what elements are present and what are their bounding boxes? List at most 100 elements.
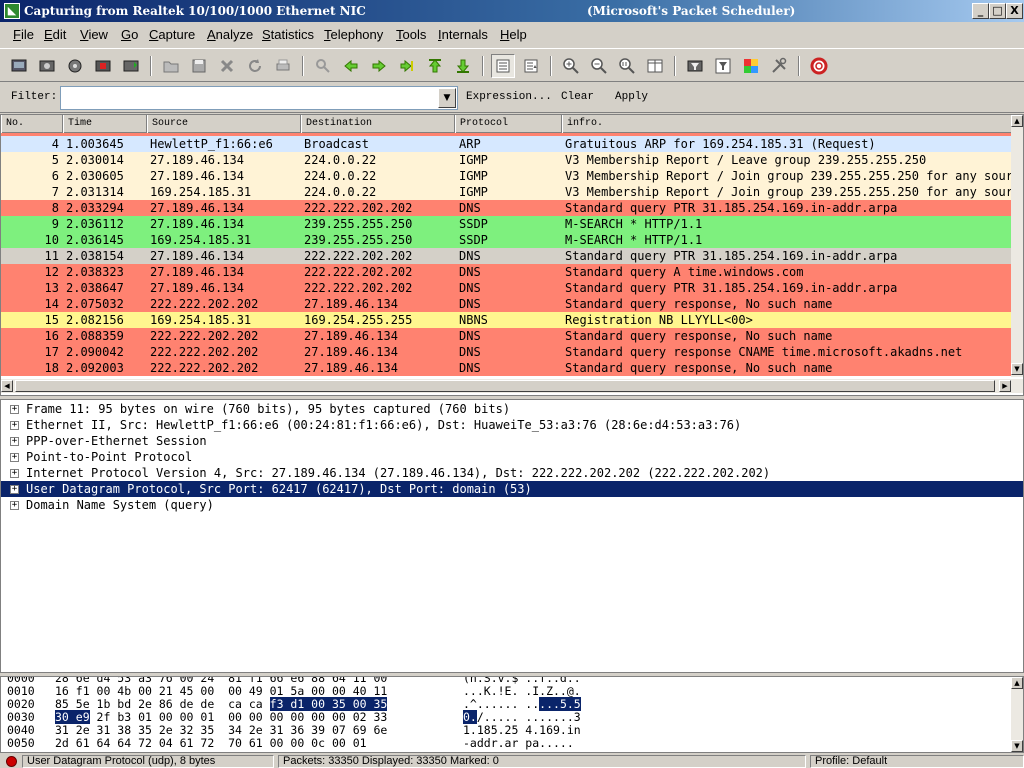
expand-icon[interactable]: +: [10, 421, 19, 430]
scroll-down-icon[interactable]: ▼: [1011, 740, 1023, 752]
packet-list-vscrollbar[interactable]: ▲ ▼: [1011, 115, 1023, 377]
hex-bytes-segment: 2f b3 01 00 00 01 00 00 00 00 00 00 02 3…: [89, 710, 388, 724]
scroll-up-icon[interactable]: ▲: [1011, 115, 1023, 127]
column-header-source[interactable]: Source: [147, 115, 301, 133]
detail-tree-item[interactable]: + Internet Protocol Version 4, Src: 27.18…: [1, 465, 1023, 481]
packet-list-pane: No. Time Source Destination Protocol inf…: [0, 114, 1024, 396]
expand-icon[interactable]: +: [10, 437, 19, 446]
packet-row[interactable]: 8 2.033294 27.189.46.134 222.222.202.202 DNS…: [1, 200, 1013, 216]
menu-view[interactable]: View: [80, 27, 108, 42]
minimize-button[interactable]: _: [972, 3, 989, 19]
hscroll-thumb[interactable]: [15, 380, 995, 392]
packet-row[interactable]: 18 2.092003 222.222.202.202 27.189.46.134 DN…: [1, 360, 1013, 376]
packet-list-hscrollbar[interactable]: ◀ ▶: [1, 379, 1023, 393]
expand-icon[interactable]: +: [10, 485, 19, 494]
hex-row[interactable]: 0050 2d 61 64 64 72 04 61 72 70 61 00 00 …: [1, 737, 1011, 750]
packet-row[interactable]: 16 2.088359 222.222.202.202 27.189.46.134 DN…: [1, 328, 1013, 344]
open-file-icon[interactable]: [159, 54, 183, 78]
go-back-icon[interactable]: [339, 54, 363, 78]
menu-statistics[interactable]: Statistics: [262, 27, 314, 42]
menu-analyze[interactable]: Analyze: [207, 27, 253, 42]
detail-tree-item[interactable]: + Frame 11: 95 bytes on wire (760 bits), …: [1, 401, 1023, 417]
expand-icon[interactable]: +: [10, 405, 19, 414]
auto-scroll-icon[interactable]: [519, 54, 543, 78]
coloring-rules-icon[interactable]: [739, 54, 763, 78]
menu-telephony[interactable]: Telephony: [324, 27, 383, 42]
colorize-packet-list-icon[interactable]: [491, 54, 515, 78]
detail-tree-item[interactable]: + User Datagram Protocol, Src Port: 62417…: [1, 481, 1023, 497]
stop-capture-icon[interactable]: [91, 54, 115, 78]
scroll-left-icon[interactable]: ◀: [1, 380, 13, 392]
close-button[interactable]: X: [1006, 3, 1023, 19]
apply-filter-button[interactable]: Apply: [615, 91, 648, 103]
interface-list-icon[interactable]: [7, 54, 31, 78]
expand-icon[interactable]: +: [10, 501, 19, 510]
menu-capture[interactable]: Capture: [149, 27, 195, 42]
packet-row[interactable]: 7 2.031314 169.254.185.31 224.0.0.22 IGMP V3 …: [1, 184, 1013, 200]
last-packet-icon[interactable]: [451, 54, 475, 78]
menu-go[interactable]: Go: [121, 27, 138, 42]
packet-number: 5: [51, 153, 59, 167]
expand-icon[interactable]: +: [10, 453, 19, 462]
menu-file[interactable]: File: [13, 27, 34, 42]
scroll-right-icon[interactable]: ▶: [999, 380, 1011, 392]
display-filters-icon[interactable]: [711, 54, 735, 78]
packet-row[interactable]: 15 2.082156 169.254.185.31 169.254.255.255 N…: [1, 312, 1013, 328]
save-file-icon[interactable]: [187, 54, 211, 78]
menu-tools[interactable]: Tools: [396, 27, 426, 42]
expert-info-icon[interactable]: [6, 756, 17, 767]
filter-dropdown-button[interactable]: ▼: [438, 88, 456, 108]
zoom-out-icon[interactable]: [587, 54, 611, 78]
menu-help[interactable]: Help: [500, 27, 527, 42]
column-header-destination[interactable]: Destination: [301, 115, 455, 133]
display-filter-input[interactable]: [60, 86, 458, 110]
packet-row[interactable]: 14 2.075032 222.222.202.202 27.189.46.134 DN…: [1, 296, 1013, 312]
menu-edit[interactable]: Edit: [44, 27, 66, 42]
start-capture-icon[interactable]: [63, 54, 87, 78]
capture-options-icon[interactable]: [35, 54, 59, 78]
find-packet-icon[interactable]: [311, 54, 335, 78]
help-icon[interactable]: [807, 54, 831, 78]
zoom-in-icon[interactable]: [559, 54, 583, 78]
clear-filter-button[interactable]: Clear: [561, 91, 594, 103]
packet-row[interactable]: 10 2.036145 169.254.185.31 239.255.255.250 S…: [1, 232, 1013, 248]
bytes-vscrollbar[interactable]: ▲ ▼: [1011, 677, 1023, 752]
column-header-protocol[interactable]: Protocol: [455, 115, 562, 133]
detail-tree-item[interactable]: + Ethernet II, Src: HewlettP_f1:66:e6 (00…: [1, 417, 1023, 433]
go-to-packet-icon[interactable]: [395, 54, 419, 78]
scroll-down-icon[interactable]: ▼: [1011, 363, 1023, 375]
menu-internals[interactable]: Internals: [438, 27, 488, 42]
detail-tree-item[interactable]: + Domain Name System (query): [1, 497, 1023, 513]
close-file-icon[interactable]: [215, 54, 239, 78]
packet-row[interactable]: 17 2.090042 222.222.202.202 27.189.46.134 DN…: [1, 344, 1013, 360]
packet-row[interactable]: 12 2.038323 27.189.46.134 222.222.202.202 DN…: [1, 264, 1013, 280]
detail-tree-item[interactable]: + Point-to-Point Protocol: [1, 449, 1023, 465]
expand-icon[interactable]: +: [10, 469, 19, 478]
status-profile[interactable]: Profile: Default: [810, 755, 1024, 768]
packet-row[interactable]: 13 2.038647 27.189.46.134 222.222.202.202 DN…: [1, 280, 1013, 296]
column-header-time[interactable]: Time: [63, 115, 147, 133]
detail-tree-item[interactable]: + PPP-over-Ethernet Session: [1, 433, 1023, 449]
expression-button[interactable]: Expression...: [466, 91, 552, 103]
packet-row[interactable]: 5 2.030014 27.189.46.134 224.0.0.22 IGMP V3 M…: [1, 152, 1013, 168]
capture-filters-icon[interactable]: [683, 54, 707, 78]
packet-row[interactable]: 11 2.038154 27.189.46.134 222.222.202.202 DN…: [1, 248, 1013, 264]
maximize-button[interactable]: □: [989, 3, 1006, 19]
first-packet-icon[interactable]: [423, 54, 447, 78]
packet-row[interactable]: 9 2.036112 27.189.46.134 239.255.255.250 SSD…: [1, 216, 1013, 232]
go-forward-icon[interactable]: [367, 54, 391, 78]
print-icon[interactable]: [271, 54, 295, 78]
resize-columns-icon[interactable]: [643, 54, 667, 78]
hex-bytes-highlighted: f3 d1 00 35 00 35: [269, 697, 388, 711]
column-header-info[interactable]: infro.: [562, 115, 1013, 133]
restart-capture-icon[interactable]: [119, 54, 143, 78]
reload-icon[interactable]: [243, 54, 267, 78]
packet-row[interactable]: 6 2.030605 27.189.46.134 224.0.0.22 IGMP V3 M…: [1, 168, 1013, 184]
preferences-icon[interactable]: [767, 54, 791, 78]
packet-info: Standard query response CNAME time.micro…: [565, 345, 963, 359]
column-header-no[interactable]: No.: [1, 115, 63, 133]
packet-row[interactable]: 4 1.003645 HewlettP_f1:66:e6 Broadcast ARP Gr…: [1, 136, 1013, 152]
normal-size-icon[interactable]: [615, 54, 639, 78]
scroll-up-icon[interactable]: ▲: [1011, 677, 1023, 689]
packet-destination: 239.255.255.250: [304, 233, 413, 247]
